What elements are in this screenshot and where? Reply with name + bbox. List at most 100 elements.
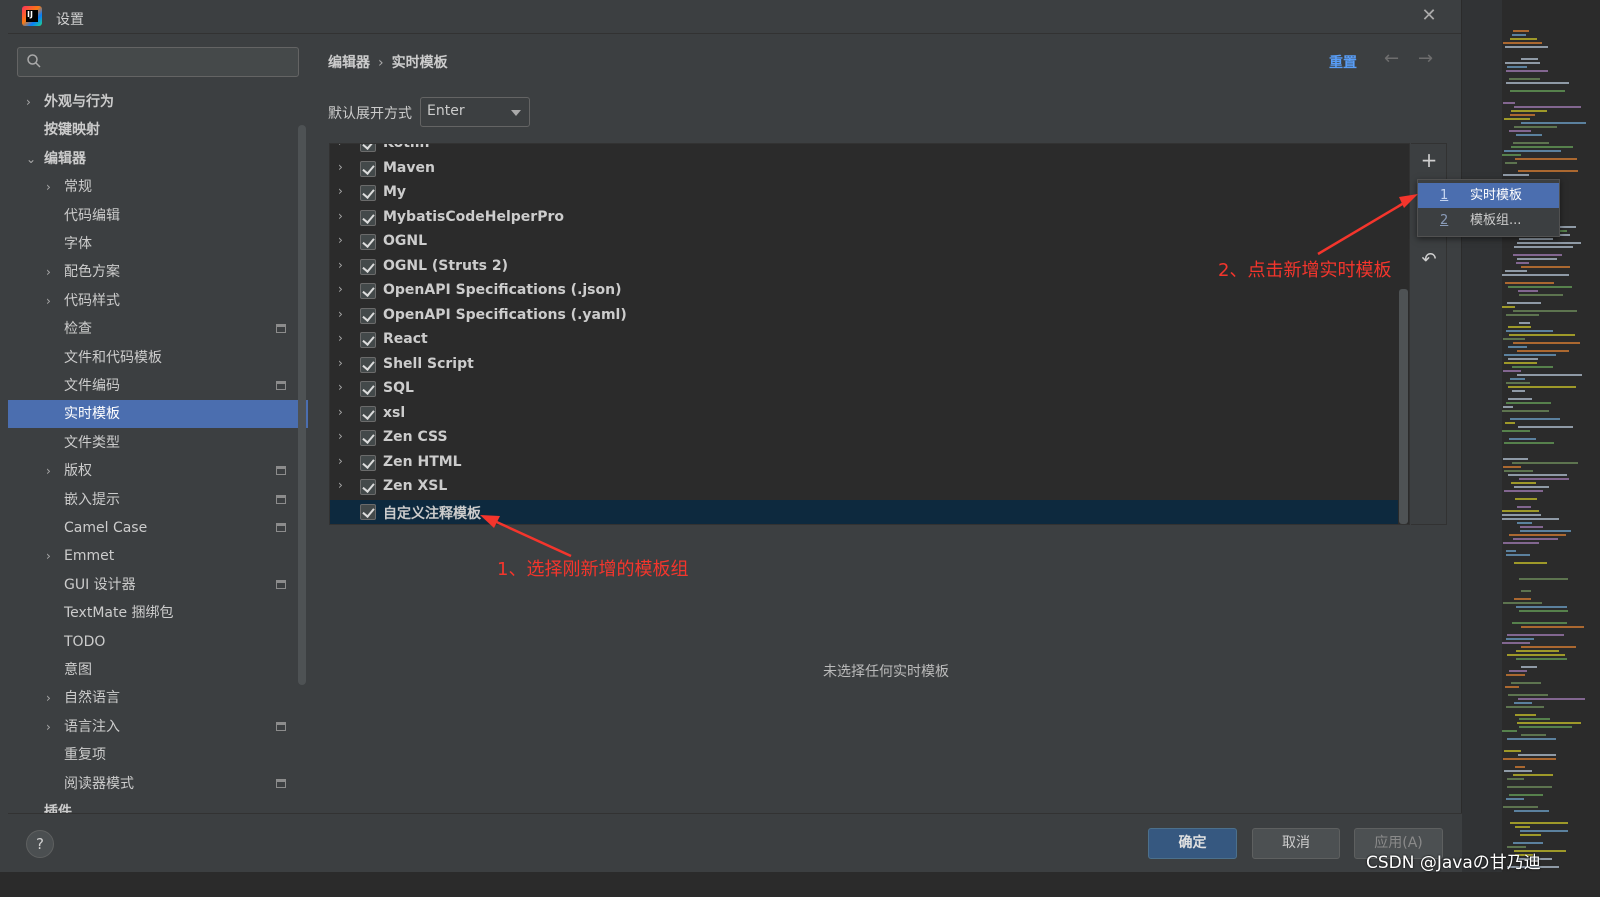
template-group-checkbox[interactable] [360, 209, 376, 226]
sidebar-item[interactable]: 嵌入提示 [8, 486, 308, 514]
sidebar-item[interactable]: 阅读器模式 [8, 770, 308, 798]
sidebar-item[interactable]: › Emmet [8, 542, 308, 570]
chevron-right-icon[interactable]: › [338, 307, 343, 321]
template-group-checkbox[interactable] [360, 430, 376, 446]
template-group-row[interactable]: › Maven [330, 157, 1398, 182]
chevron-right-icon[interactable]: › [338, 478, 343, 492]
template-group-checkbox[interactable] [360, 160, 376, 177]
template-group-row[interactable]: › OpenAPI Specifications (.yaml) [330, 304, 1398, 329]
template-group-checkbox[interactable] [360, 185, 376, 201]
template-group-row[interactable]: › Zen HTML [330, 451, 1398, 476]
template-group-checkbox[interactable] [360, 258, 376, 275]
chevron-right-icon[interactable]: › [46, 258, 58, 286]
chevron-right-icon[interactable]: › [338, 380, 343, 394]
sidebar-item[interactable]: 实时模板 [8, 400, 308, 429]
sidebar-item[interactable]: ⌄ 编辑器 [8, 145, 308, 173]
template-group-checkbox[interactable] [360, 283, 376, 299]
template-group-row[interactable]: › React [330, 328, 1398, 353]
back-arrow-icon[interactable]: ← [1384, 48, 1399, 69]
ok-button[interactable]: 确定 [1148, 828, 1237, 859]
chevron-right-icon[interactable]: › [338, 429, 343, 443]
sidebar-item[interactable]: › 代码样式 [8, 287, 308, 315]
template-group-row[interactable]: › OGNL [330, 230, 1398, 255]
chevron-right-icon[interactable]: › [338, 454, 343, 468]
chevron-right-icon[interactable]: › [338, 405, 343, 419]
sidebar-item[interactable]: 字体 [8, 230, 308, 258]
minimap-line [1513, 774, 1553, 776]
chevron-right-icon[interactable]: › [338, 233, 343, 247]
chevron-right-icon[interactable]: › [46, 713, 58, 741]
chevron-down-icon[interactable]: ⌄ [26, 145, 38, 173]
template-group-row[interactable]: › My [330, 181, 1398, 206]
chevron-right-icon[interactable]: › [46, 457, 58, 485]
template-group-row[interactable]: › Zen CSS [330, 426, 1398, 451]
sidebar-item[interactable]: 按键映射 [8, 116, 308, 144]
sidebar-item[interactable]: › 版权 [8, 457, 308, 485]
sidebar-item[interactable]: 检查 [8, 315, 308, 343]
list-scrollbar[interactable] [1399, 289, 1408, 524]
template-group-row[interactable]: › Zen XSL [330, 475, 1398, 500]
restore-icon[interactable]: ↶ [1419, 250, 1439, 270]
chevron-right-icon[interactable]: › [26, 88, 38, 116]
sidebar-item[interactable]: GUI 设计器 [8, 571, 308, 599]
template-group-row[interactable]: › xsl [330, 402, 1398, 427]
help-button[interactable]: ? [26, 830, 54, 858]
sidebar-scrollbar[interactable] [298, 125, 306, 685]
chevron-right-icon[interactable]: › [338, 209, 343, 223]
chevron-right-icon[interactable]: › [338, 160, 343, 174]
template-group-checkbox[interactable] [360, 332, 376, 348]
chevron-right-icon[interactable]: › [46, 542, 58, 570]
popup-item[interactable]: 1 实时模板 [1418, 183, 1559, 208]
sidebar-item[interactable]: › 配色方案 [8, 258, 308, 286]
template-group-row[interactable]: › Shell Script [330, 353, 1398, 378]
template-group-checkbox[interactable] [360, 405, 376, 422]
chevron-right-icon[interactable]: › [338, 282, 343, 296]
sidebar-item[interactable]: › 自然语言 [8, 684, 308, 712]
template-group-checkbox[interactable] [360, 234, 376, 250]
expand-with-select[interactable]: Enter [420, 97, 530, 127]
sidebar-item[interactable]: 插件 [8, 798, 308, 813]
chevron-right-icon[interactable]: › [338, 184, 343, 198]
sidebar-item[interactable]: › 常规 [8, 173, 308, 201]
chevron-right-icon[interactable]: › [338, 356, 343, 370]
template-group-checkbox[interactable] [360, 307, 376, 324]
template-group-row[interactable]: 自定义注释模板 [330, 499, 1398, 524]
template-group-checkbox[interactable] [360, 454, 376, 471]
breadcrumb-parent[interactable]: 编辑器 [328, 55, 370, 71]
minimap-line [1515, 826, 1530, 828]
add-icon[interactable]: + [1419, 150, 1439, 170]
template-group-row[interactable]: › Kotlin [330, 144, 1398, 157]
reset-link[interactable]: 重置 [1329, 52, 1357, 72]
chevron-right-icon[interactable]: › [46, 173, 58, 201]
sidebar-item[interactable]: › 语言注入 [8, 713, 308, 741]
template-group-checkbox[interactable] [360, 381, 376, 397]
template-group-checkbox[interactable] [360, 503, 376, 520]
template-group-row[interactable]: › MybatisCodeHelperPro [330, 206, 1398, 231]
sidebar-item[interactable]: 文件编码 [8, 372, 308, 400]
chevron-right-icon[interactable]: › [46, 684, 58, 712]
forward-arrow-icon[interactable]: → [1418, 48, 1433, 69]
template-group-row[interactable]: › OpenAPI Specifications (.json) [330, 279, 1398, 304]
minimap-line [1506, 554, 1530, 556]
popup-item[interactable]: 2 模板组... [1418, 208, 1559, 233]
template-group-row[interactable]: › SQL [330, 377, 1398, 402]
sidebar-item[interactable]: 文件类型 [8, 429, 308, 457]
sidebar-item[interactable]: TODO [8, 628, 308, 656]
chevron-right-icon[interactable]: › [338, 144, 343, 149]
sidebar-item[interactable]: 文件和代码模板 [8, 344, 308, 372]
template-group-checkbox[interactable] [360, 144, 376, 152]
sidebar-item[interactable]: › 外观与行为 [8, 88, 308, 116]
sidebar-item[interactable]: 代码编辑 [8, 202, 308, 230]
search-input[interactable] [17, 47, 299, 77]
sidebar-item[interactable]: TextMate 捆绑包 [8, 599, 308, 627]
sidebar-item[interactable]: 意图 [8, 656, 308, 684]
chevron-right-icon[interactable]: › [338, 258, 343, 272]
sidebar-item[interactable]: Camel Case [8, 514, 308, 542]
template-group-checkbox[interactable] [360, 479, 376, 495]
chevron-right-icon[interactable]: › [338, 331, 343, 345]
cancel-button[interactable]: 取消 [1252, 828, 1340, 859]
template-group-checkbox[interactable] [360, 356, 376, 373]
close-icon[interactable]: ✕ [1419, 6, 1439, 26]
sidebar-item[interactable]: 重复项 [8, 741, 308, 769]
chevron-right-icon[interactable]: › [46, 287, 58, 315]
